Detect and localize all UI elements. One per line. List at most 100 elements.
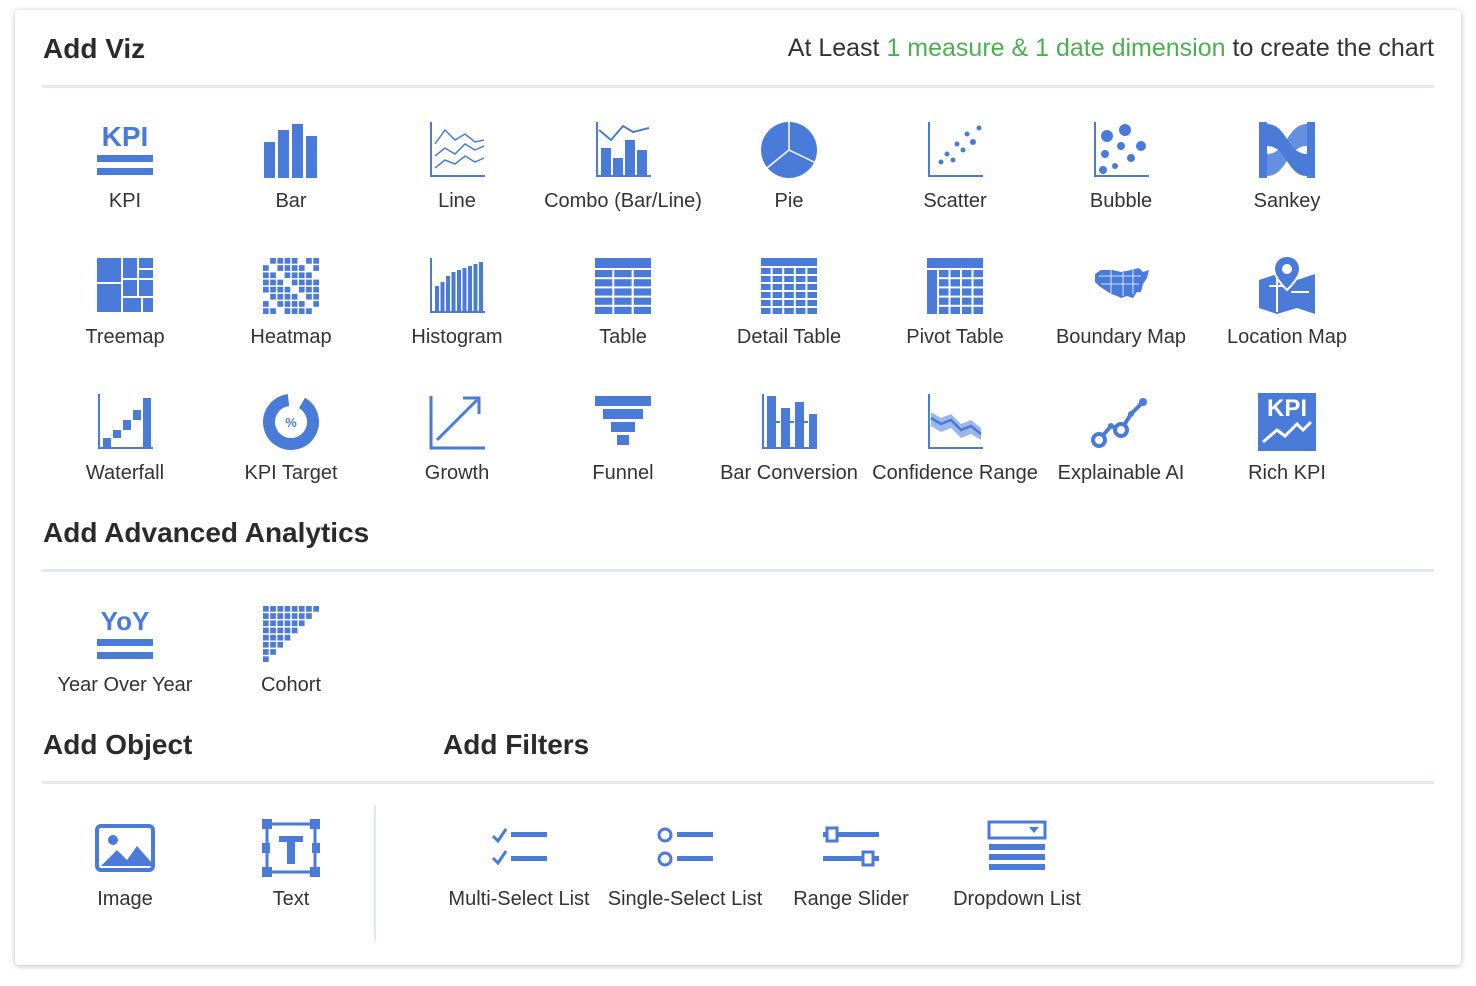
- kpi-target-tile[interactable]: % KPI Target: [208, 392, 374, 522]
- pie-label: Pie: [774, 190, 804, 212]
- object-filters-separator: [374, 805, 376, 941]
- combo-bar-line-label: Combo (Bar/Line): [544, 190, 702, 212]
- add-widget-panel: Add Viz At Least 1 measure & 1 date dime…: [15, 10, 1461, 965]
- dropdown-list-label: Dropdown List: [953, 888, 1081, 910]
- image-icon: [95, 818, 155, 878]
- add-object-title: Add Object: [43, 729, 193, 760]
- text-label: Text: [272, 888, 310, 910]
- detail-table-tile[interactable]: Detail Table: [706, 256, 872, 386]
- rich-kpi-label: Rich KPI: [1248, 462, 1326, 484]
- location-map-label: Location Map: [1226, 326, 1348, 348]
- svg-text:KPI: KPI: [102, 121, 149, 152]
- funnel-icon: [593, 392, 653, 452]
- range-slider-label: Range Slider: [793, 888, 909, 910]
- multi-select-list-icon: [489, 818, 549, 878]
- explainable-ai-icon: [1091, 392, 1151, 452]
- location-map-tile[interactable]: Location Map: [1204, 256, 1370, 386]
- range-slider-icon: [821, 818, 881, 878]
- text-tile[interactable]: Text: [208, 818, 374, 948]
- treemap-icon: [95, 256, 155, 316]
- bubble-tile[interactable]: Bubble: [1038, 120, 1204, 250]
- bubble-label: Bubble: [1089, 190, 1153, 212]
- kpi-label: KPI: [108, 190, 142, 212]
- multi-select-list-label: Multi-Select List: [448, 888, 590, 910]
- dropdown-list-tile[interactable]: Dropdown List: [934, 818, 1100, 948]
- object-filters-divider: [42, 781, 1434, 784]
- advanced-analytics-divider: [42, 569, 1434, 572]
- detail-table-label: Detail Table: [736, 326, 842, 348]
- multi-select-list-tile[interactable]: Multi-Select List: [436, 818, 602, 948]
- explainable-ai-label: Explainable AI: [1057, 462, 1185, 484]
- line-tile[interactable]: Line: [374, 120, 540, 250]
- range-slider-tile[interactable]: Range Slider: [768, 818, 934, 948]
- dropdown-list-icon: [987, 818, 1047, 878]
- hint-suffix: to create the chart: [1225, 34, 1434, 62]
- svg-text:%: %: [285, 415, 297, 430]
- text-box-icon: [261, 818, 321, 878]
- image-tile[interactable]: Image: [42, 818, 208, 948]
- location-map-icon: [1257, 256, 1317, 316]
- heatmap-icon: [261, 256, 321, 316]
- funnel-tile[interactable]: Funnel: [540, 392, 706, 522]
- histogram-tile[interactable]: Histogram: [374, 256, 540, 386]
- scatter-tile[interactable]: Scatter: [872, 120, 1038, 250]
- cohort-label: Cohort: [260, 674, 322, 696]
- line-chart-icon: [427, 120, 487, 180]
- bar-conversion-tile[interactable]: Bar Conversion: [706, 392, 872, 522]
- add-viz-title: Add Viz: [43, 33, 146, 64]
- hint-prefix: At Least: [787, 34, 887, 62]
- svg-text:KPI: KPI: [1267, 395, 1307, 422]
- single-select-list-tile[interactable]: Single-Select List: [602, 818, 768, 948]
- cohort-icon: [261, 604, 321, 664]
- kpi-target-icon: %: [261, 392, 321, 452]
- pivot-table-label: Pivot Table: [906, 326, 1004, 348]
- bar-conversion-label: Bar Conversion: [720, 462, 858, 484]
- single-select-list-label: Single-Select List: [607, 888, 763, 910]
- growth-label: Growth: [424, 462, 490, 484]
- yoy-icon: YoY: [95, 604, 155, 664]
- pivot-table-tile[interactable]: Pivot Table: [872, 256, 1038, 386]
- explainable-ai-tile[interactable]: Explainable AI: [1038, 392, 1204, 522]
- bar-tile[interactable]: Bar: [208, 120, 374, 250]
- confidence-range-label: Confidence Range: [872, 462, 1038, 484]
- year-over-year-tile[interactable]: YoY Year Over Year: [42, 604, 208, 734]
- rich-kpi-tile[interactable]: KPI Rich KPI: [1204, 392, 1370, 522]
- sankey-icon: [1257, 120, 1317, 180]
- kpi-target-label: KPI Target: [244, 462, 338, 484]
- line-label: Line: [438, 190, 476, 212]
- pie-chart-icon: [759, 120, 819, 180]
- single-select-list-icon: [655, 818, 715, 878]
- sankey-label: Sankey: [1253, 190, 1321, 212]
- growth-tile[interactable]: Growth: [374, 392, 540, 522]
- treemap-label: Treemap: [85, 326, 165, 348]
- heatmap-tile[interactable]: Heatmap: [208, 256, 374, 386]
- add-filters-title: Add Filters: [443, 729, 590, 760]
- confidence-range-tile[interactable]: Confidence Range: [872, 392, 1038, 522]
- detail-table-icon: [759, 256, 819, 316]
- pivot-table-icon: [925, 256, 985, 316]
- table-tile[interactable]: Table: [540, 256, 706, 386]
- waterfall-tile[interactable]: Waterfall: [42, 392, 208, 522]
- bar-chart-icon: [261, 120, 321, 180]
- funnel-label: Funnel: [592, 462, 654, 484]
- combo-bar-line-tile[interactable]: Combo (Bar/Line): [540, 120, 706, 250]
- treemap-tile[interactable]: Treemap: [42, 256, 208, 386]
- kpi-tile[interactable]: KPI KPI: [42, 120, 208, 250]
- pie-tile[interactable]: Pie: [706, 120, 872, 250]
- histogram-icon: [427, 256, 487, 316]
- chart-requirement-hint: At Least 1 measure & 1 date dimension to…: [788, 32, 1434, 64]
- scatter-label: Scatter: [923, 190, 987, 212]
- hint-highlight: 1 measure & 1 date dimension: [886, 34, 1226, 62]
- heatmap-label: Heatmap: [250, 326, 332, 348]
- cohort-tile[interactable]: Cohort: [208, 604, 374, 734]
- boundary-map-tile[interactable]: Boundary Map: [1038, 256, 1204, 386]
- bar-label: Bar: [275, 190, 307, 212]
- sankey-tile[interactable]: Sankey: [1204, 120, 1370, 250]
- growth-icon: [427, 392, 487, 452]
- confidence-range-icon: [925, 392, 985, 452]
- boundary-map-label: Boundary Map: [1055, 326, 1187, 348]
- combo-chart-icon: [593, 120, 653, 180]
- waterfall-icon: [95, 392, 155, 452]
- bar-conversion-icon: [759, 392, 819, 452]
- add-advanced-analytics-title: Add Advanced Analytics: [43, 517, 370, 548]
